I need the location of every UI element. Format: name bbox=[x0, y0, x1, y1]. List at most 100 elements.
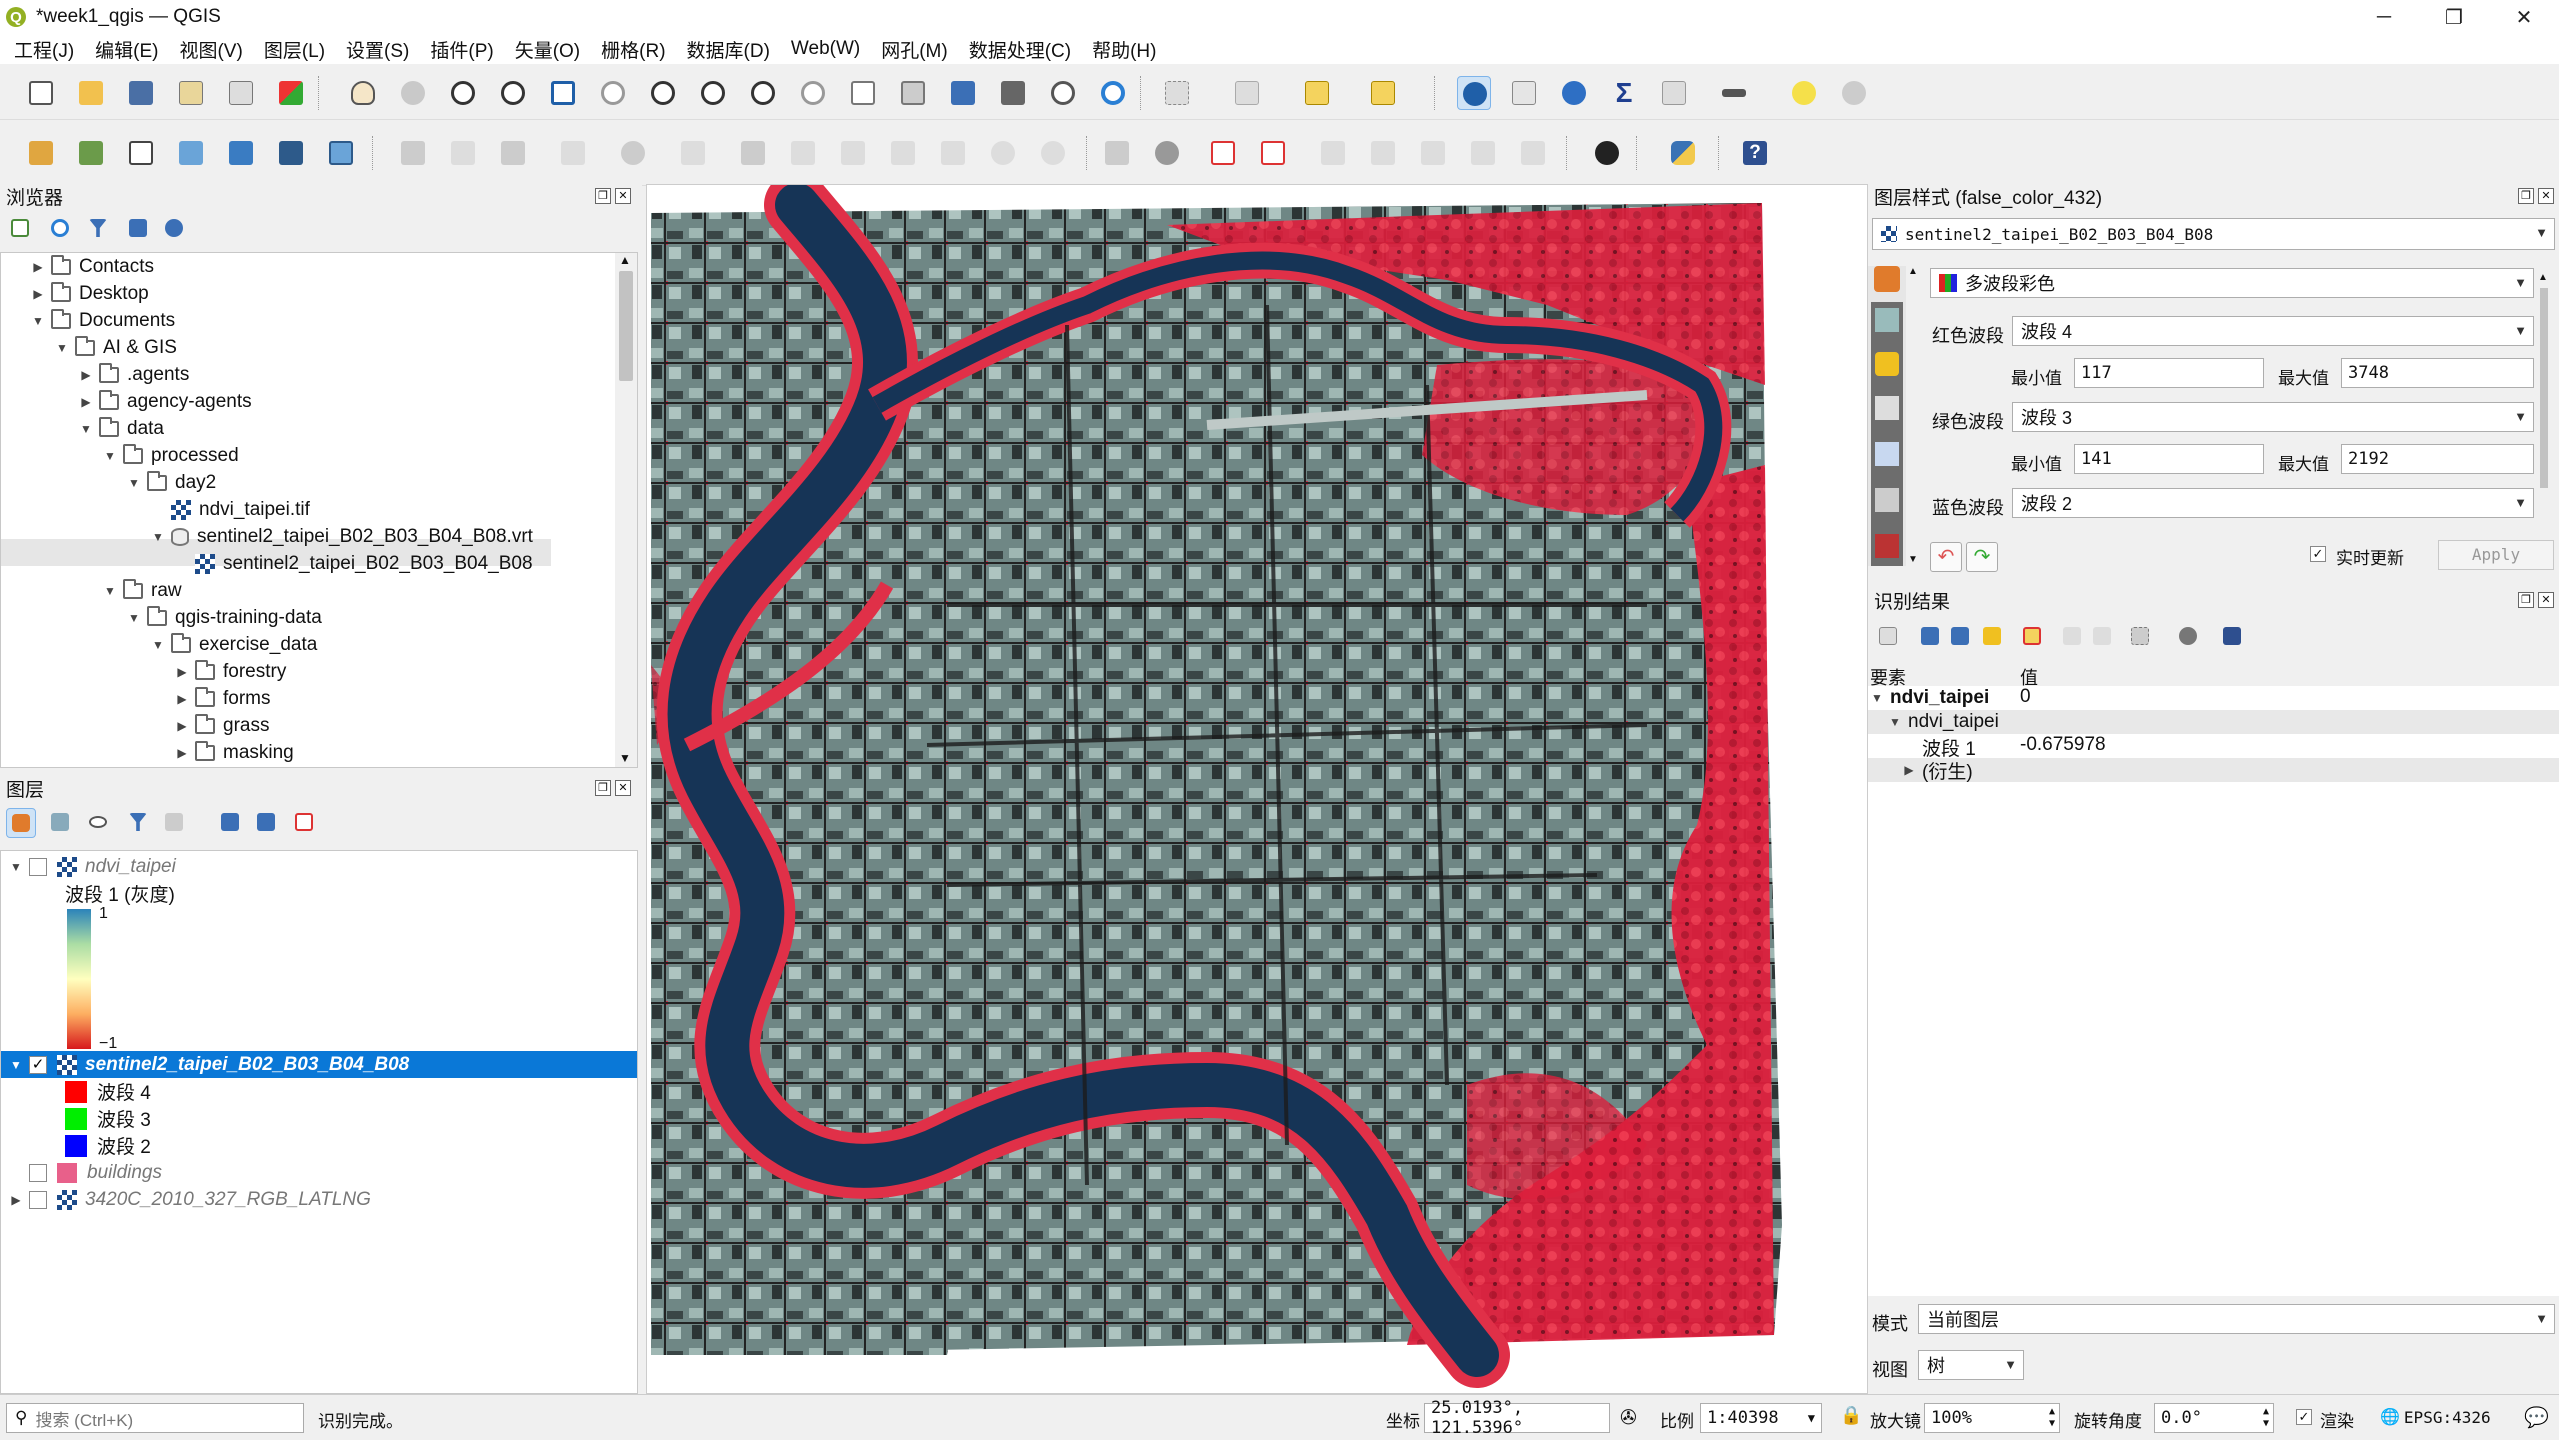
new-bookmark-icon[interactable] bbox=[946, 76, 980, 110]
history-tab-icon[interactable] bbox=[1875, 534, 1899, 558]
copy-feature-icon[interactable] bbox=[2058, 622, 2088, 652]
new-geopackage-icon[interactable] bbox=[224, 136, 258, 170]
select-features-icon[interactable] bbox=[1160, 76, 1194, 110]
select-location-icon[interactable] bbox=[1366, 76, 1400, 110]
renderer-type-select[interactable]: 多波段彩色 ▼ bbox=[1930, 268, 2534, 298]
metadata-tab-icon[interactable] bbox=[1875, 442, 1899, 466]
browser-item[interactable]: ▼ Documents bbox=[31, 307, 175, 334]
scroll-up-icon[interactable]: ▲ bbox=[2538, 272, 2548, 283]
add-mesh-layer-icon[interactable] bbox=[274, 136, 308, 170]
menu-settings[interactable]: 设置(S) bbox=[346, 36, 409, 63]
layer-visibility-checkbox[interactable] bbox=[29, 1190, 47, 1209]
close-button[interactable]: ✕ bbox=[2489, 0, 2559, 34]
scroll-up-icon[interactable]: ▲ bbox=[1908, 266, 1918, 277]
browser-item[interactable]: ▶ Desktop bbox=[31, 280, 149, 307]
browser-item[interactable]: ▼ raw bbox=[103, 577, 182, 604]
identify-features-icon[interactable] bbox=[1457, 76, 1491, 110]
new-map-view-icon[interactable] bbox=[846, 76, 880, 110]
show-bookmarks-icon[interactable] bbox=[996, 76, 1030, 110]
collapse-arrow-icon[interactable]: ▼ bbox=[151, 530, 165, 544]
data-source-manager-icon[interactable] bbox=[24, 136, 58, 170]
expand-arrow-icon[interactable]: ▶ bbox=[79, 395, 93, 409]
expand-arrow-icon[interactable]: ▶ bbox=[175, 719, 189, 733]
green-band-select[interactable]: 波段 3 ▼ bbox=[2012, 402, 2534, 432]
expand-arrow-icon[interactable]: ▶ bbox=[1902, 763, 1916, 777]
new-project-icon[interactable] bbox=[24, 76, 58, 110]
zoom-out-icon[interactable] bbox=[496, 76, 530, 110]
edit-table-icon[interactable] bbox=[736, 136, 770, 170]
float-panel-icon[interactable]: ❐ bbox=[595, 188, 611, 204]
collapse-arrow-icon[interactable]: ▼ bbox=[103, 584, 117, 598]
redo-icon[interactable] bbox=[1036, 136, 1070, 170]
menu-database[interactable]: 数据库(D) bbox=[687, 36, 770, 63]
green-max-input[interactable]: 2192 bbox=[2341, 444, 2534, 474]
deselect-features-icon[interactable] bbox=[1300, 76, 1334, 110]
browser-item[interactable]: ▼ exercise_data bbox=[151, 631, 317, 658]
processing-toolbox-icon[interactable] bbox=[1557, 76, 1591, 110]
browser-item[interactable]: ▶ grass bbox=[175, 712, 269, 739]
browser-item[interactable]: ▼ AI & GIS bbox=[55, 334, 177, 361]
zoom-last-icon[interactable] bbox=[746, 76, 780, 110]
browser-item[interactable]: ▼ data bbox=[79, 415, 164, 442]
add-group-icon[interactable] bbox=[46, 808, 76, 838]
view-select[interactable]: 树 ▼ bbox=[1918, 1350, 2024, 1380]
expand-arrow-icon[interactable]: ▶ bbox=[175, 746, 189, 760]
rotation-input[interactable]: 0.0° ▲ ▼ bbox=[2154, 1403, 2274, 1433]
collapse-arrow-icon[interactable]: ▼ bbox=[1888, 715, 1902, 729]
select-mode-icon[interactable] bbox=[2126, 622, 2166, 652]
satellite-raster-image[interactable] bbox=[647, 172, 1869, 1395]
filter-legend-icon[interactable] bbox=[124, 808, 154, 838]
styling-scrollbar[interactable]: ▲ ▼ bbox=[2536, 268, 2552, 568]
expand-arrow-icon[interactable]: ▶ bbox=[175, 692, 189, 706]
new-print-layout-icon[interactable] bbox=[174, 76, 208, 110]
close-panel-icon[interactable]: ✕ bbox=[615, 188, 631, 204]
layer-labeling-icon[interactable] bbox=[1100, 136, 1134, 170]
remove-layer-icon[interactable] bbox=[290, 808, 320, 838]
add-vector-tile-icon[interactable] bbox=[174, 136, 208, 170]
float-panel-icon[interactable]: ❐ bbox=[595, 780, 611, 796]
layer-diagram-icon[interactable] bbox=[1150, 136, 1184, 170]
maximize-button[interactable]: ❐ bbox=[2419, 0, 2489, 34]
red-min-input[interactable]: 117 bbox=[2074, 358, 2264, 388]
styling-layer-select[interactable]: sentinel2_taipei_B02_B03_B04_B08 ▼ bbox=[1872, 218, 2555, 250]
print-response-icon[interactable] bbox=[2088, 622, 2118, 652]
menu-edit[interactable]: 编辑(E) bbox=[95, 36, 158, 63]
current-edits-icon[interactable] bbox=[446, 136, 480, 170]
paste-features-icon[interactable] bbox=[936, 136, 970, 170]
delete-selected-icon[interactable] bbox=[786, 136, 820, 170]
refresh-icon[interactable] bbox=[1096, 76, 1130, 110]
expand-all-icon[interactable] bbox=[216, 808, 246, 838]
zoom-native-icon[interactable] bbox=[696, 76, 730, 110]
expand-arrow-icon[interactable]: ▶ bbox=[9, 1193, 23, 1207]
collapse-arrow-icon[interactable]: ▼ bbox=[151, 638, 165, 652]
cut-features-icon[interactable] bbox=[836, 136, 870, 170]
expand-new-icon[interactable] bbox=[1916, 622, 1946, 652]
collapse-all-icon[interactable] bbox=[124, 214, 154, 244]
zoom-to-layer-icon[interactable] bbox=[646, 76, 680, 110]
digitize-icon[interactable] bbox=[556, 136, 590, 170]
pan-to-selection-icon[interactable] bbox=[396, 76, 430, 110]
expand-arrow-icon[interactable]: ▶ bbox=[79, 368, 93, 382]
spin-arrows-icon[interactable]: ▲ ▼ bbox=[2263, 1406, 2269, 1430]
collapse-arrow-icon[interactable]: ▼ bbox=[127, 611, 141, 625]
menu-plugins[interactable]: 插件(P) bbox=[430, 36, 493, 63]
render-checkbox[interactable]: ✓ bbox=[2296, 1409, 2312, 1425]
pyramids-tab-icon[interactable] bbox=[1875, 488, 1899, 512]
browser-item[interactable]: ▶ masking bbox=[175, 739, 294, 766]
collapse-arrow-icon[interactable]: ▼ bbox=[79, 422, 93, 436]
mode-select[interactable]: 当前图层 ▼ bbox=[1918, 1304, 2555, 1334]
coordinate-input[interactable]: 25.0193°, 121.5396° bbox=[1424, 1398, 1610, 1438]
clear-results-icon[interactable] bbox=[2018, 622, 2048, 652]
browser-item[interactable]: ndvi_taipei.tif bbox=[151, 496, 310, 523]
identify-settings-icon[interactable] bbox=[2174, 622, 2204, 652]
label-change-icon[interactable] bbox=[1416, 136, 1450, 170]
layer-3420c-rgb[interactable]: ▶ 3420C_2010_327_RGB_LATLNG bbox=[9, 1186, 371, 1213]
scale-input[interactable]: 1:40398 ▼ bbox=[1700, 1403, 1822, 1433]
float-panel-icon[interactable]: ❐ bbox=[2518, 188, 2534, 204]
layer-visibility-checkbox[interactable] bbox=[29, 1163, 47, 1182]
red-band-select[interactable]: 波段 4 ▼ bbox=[2012, 316, 2534, 346]
filter-expression-icon[interactable] bbox=[160, 808, 200, 838]
symbology-tab-icon[interactable] bbox=[1874, 266, 1900, 292]
zoom-to-selection-icon[interactable] bbox=[596, 76, 630, 110]
spin-arrows-icon[interactable]: ▲ ▼ bbox=[2049, 1406, 2055, 1430]
